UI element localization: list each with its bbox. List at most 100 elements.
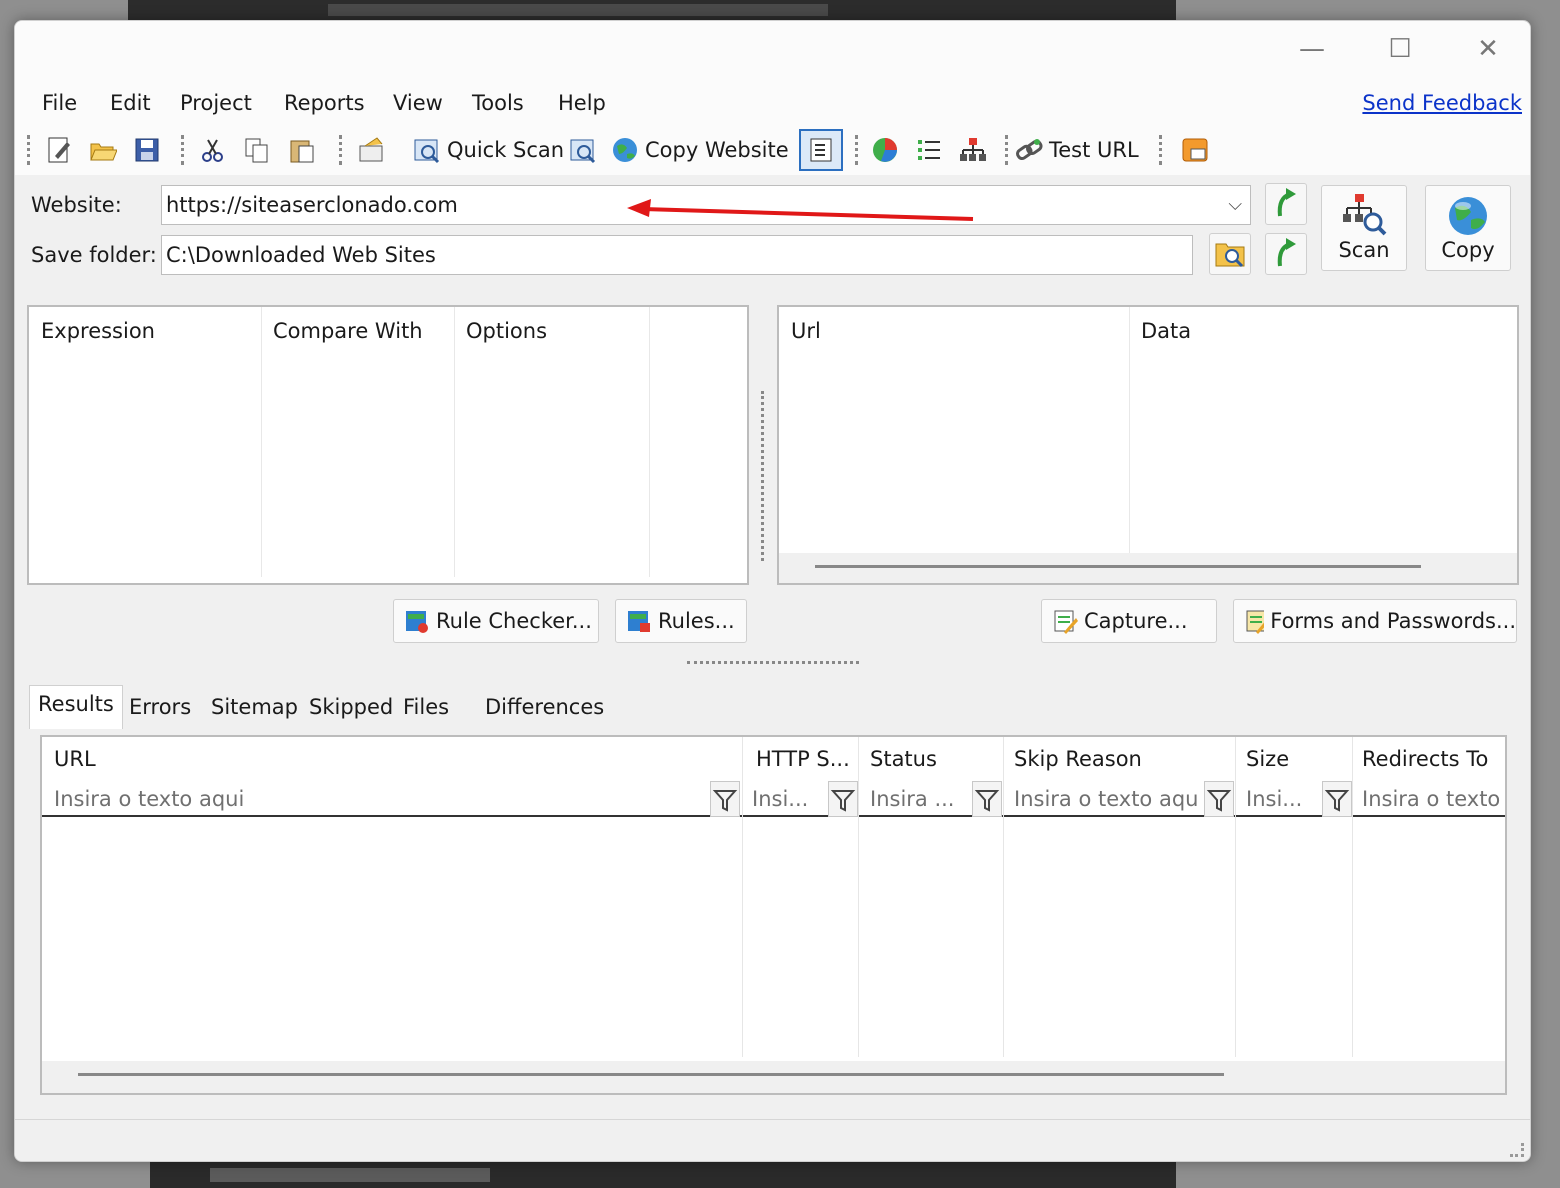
toolbar-grip bbox=[27, 135, 30, 165]
column-header-size[interactable]: Size bbox=[1246, 747, 1289, 771]
scan-page-icon bbox=[569, 136, 597, 164]
menu-help[interactable]: Help bbox=[558, 91, 606, 115]
tab-results[interactable]: Results bbox=[29, 685, 123, 729]
column-header-data[interactable]: Data bbox=[1141, 319, 1191, 343]
column-divider bbox=[1235, 737, 1236, 1057]
feed-icon bbox=[1181, 136, 1209, 164]
capture-button[interactable]: Capture... bbox=[1041, 599, 1217, 643]
quick-scan-label: Quick Scan bbox=[447, 138, 565, 162]
column-header-compare-with[interactable]: Compare With bbox=[273, 319, 423, 343]
rss-feed-button[interactable] bbox=[1181, 133, 1209, 167]
filter-input-redirects-to[interactable]: Insira o texto a bbox=[1362, 787, 1504, 811]
title-bar: — ☐ ✕ bbox=[15, 21, 1530, 79]
menu-file[interactable]: File bbox=[42, 91, 77, 115]
toolbar-grip bbox=[1159, 135, 1162, 165]
project-settings-button[interactable] bbox=[357, 133, 385, 167]
toolbar-grip bbox=[1005, 135, 1008, 165]
scan-button[interactable]: Scan bbox=[1321, 185, 1407, 271]
forms-passwords-button[interactable]: Forms and Passwords... bbox=[1233, 599, 1517, 643]
filter-input-size[interactable]: Insi... bbox=[1246, 787, 1318, 811]
save-project-button[interactable] bbox=[133, 133, 161, 167]
tab-differences[interactable]: Differences bbox=[477, 689, 612, 727]
copy-site-button[interactable]: Copy bbox=[1425, 185, 1511, 271]
toolbar-grip bbox=[855, 135, 858, 165]
results-grid[interactable]: URL Insira o texto aqui HTTP S... Insi..… bbox=[40, 735, 1507, 1095]
view-toggle-button[interactable] bbox=[799, 129, 843, 171]
tab-errors[interactable]: Errors bbox=[121, 689, 199, 727]
tab-sitemap[interactable]: Sitemap bbox=[203, 689, 306, 727]
filter-input-http-status[interactable]: Insi... bbox=[752, 787, 826, 811]
vertical-splitter[interactable] bbox=[761, 391, 764, 561]
save-folder-value: C:\Downloaded Web Sites bbox=[166, 243, 436, 267]
save-folder-input[interactable]: C:\Downloaded Web Sites bbox=[161, 235, 1193, 275]
rule-checker-button[interactable]: Rule Checker... bbox=[393, 599, 599, 643]
close-button[interactable]: ✕ bbox=[1463, 31, 1513, 67]
scrollbar-thumb[interactable] bbox=[815, 565, 1421, 568]
send-feedback-link[interactable]: Send Feedback bbox=[1362, 91, 1522, 115]
menu-tools[interactable]: Tools bbox=[472, 91, 524, 115]
horizontal-splitter[interactable] bbox=[687, 661, 859, 664]
statistics-button[interactable] bbox=[871, 133, 899, 167]
tab-skipped[interactable]: Skipped bbox=[301, 689, 401, 727]
copy-button[interactable] bbox=[243, 133, 271, 167]
filter-funnel-icon[interactable] bbox=[710, 781, 740, 817]
filter-funnel-icon[interactable] bbox=[1204, 781, 1234, 817]
scrollbar-thumb[interactable] bbox=[78, 1073, 1224, 1076]
menu-view[interactable]: View bbox=[393, 91, 443, 115]
tab-files[interactable]: Files bbox=[395, 689, 457, 727]
cut-button[interactable] bbox=[199, 133, 227, 167]
menu-project[interactable]: Project bbox=[180, 91, 252, 115]
scissors-icon bbox=[199, 136, 227, 164]
paste-button[interactable] bbox=[287, 133, 315, 167]
go-folder-button[interactable] bbox=[1265, 233, 1307, 275]
list-button[interactable] bbox=[915, 133, 943, 167]
scan-tree-icon bbox=[1343, 194, 1387, 236]
column-header-options[interactable]: Options bbox=[466, 319, 547, 343]
column-header-status[interactable]: Status bbox=[870, 747, 937, 771]
open-project-button[interactable] bbox=[89, 133, 118, 167]
menu-edit[interactable]: Edit bbox=[110, 91, 151, 115]
column-header-skip-reason[interactable]: Skip Reason bbox=[1014, 747, 1142, 771]
browse-folder-button[interactable] bbox=[1209, 233, 1251, 275]
copy-label: Copy bbox=[1441, 238, 1495, 262]
folder-search-icon bbox=[1215, 243, 1245, 268]
resize-grip-icon[interactable] bbox=[1510, 1143, 1524, 1157]
horizontal-scrollbar[interactable] bbox=[42, 1061, 1505, 1093]
column-header-http-status[interactable]: HTTP S... bbox=[756, 747, 856, 771]
copy-pages-icon bbox=[243, 136, 271, 164]
menu-reports[interactable]: Reports bbox=[284, 91, 365, 115]
column-header-url[interactable]: Url bbox=[791, 319, 821, 343]
filter-input-skip-reason[interactable]: Insira o texto aqui bbox=[1014, 787, 1200, 811]
chevron-down-icon[interactable]: ⌵ bbox=[1228, 186, 1242, 224]
rules-list[interactable]: Expression Compare With Options bbox=[27, 305, 749, 585]
filter-input-status[interactable]: Insira ... bbox=[870, 787, 968, 811]
chain-link-icon bbox=[1015, 136, 1043, 164]
maximize-button[interactable]: ☐ bbox=[1375, 31, 1425, 67]
column-divider bbox=[261, 307, 262, 577]
go-website-button[interactable] bbox=[1265, 183, 1307, 225]
data-list[interactable]: Url Data bbox=[777, 305, 1519, 585]
scan-label: Scan bbox=[1338, 238, 1390, 262]
quick-scan-button[interactable]: Quick Scan bbox=[413, 133, 564, 167]
menu-bar: File Edit Project Reports View Tools Hel… bbox=[15, 79, 1530, 125]
rules-button[interactable]: Rules... bbox=[615, 599, 747, 643]
filter-funnel-icon[interactable] bbox=[972, 781, 1002, 817]
column-header-url[interactable]: URL bbox=[54, 747, 96, 771]
horizontal-scrollbar[interactable] bbox=[779, 553, 1517, 583]
test-url-button[interactable]: Test URL bbox=[1015, 133, 1139, 167]
pie-chart-icon bbox=[871, 136, 899, 164]
filter-funnel-icon[interactable] bbox=[828, 781, 858, 817]
new-project-button[interactable] bbox=[45, 133, 73, 167]
globe-icon bbox=[1449, 197, 1487, 235]
website-value: https://siteaserclonado.com bbox=[166, 193, 458, 217]
filter-funnel-icon[interactable] bbox=[1322, 781, 1352, 817]
sitemap-tree-icon bbox=[959, 136, 987, 164]
minimize-button[interactable]: — bbox=[1287, 31, 1337, 67]
column-header-redirects-to[interactable]: Redirects To bbox=[1362, 747, 1504, 771]
copy-website-button[interactable]: Copy Website bbox=[611, 133, 789, 167]
column-header-expression[interactable]: Expression bbox=[41, 319, 155, 343]
site-structure-button[interactable] bbox=[959, 133, 987, 167]
scan-website-button[interactable] bbox=[569, 133, 597, 167]
filter-input-url[interactable]: Insira o texto aqui bbox=[54, 787, 244, 811]
test-url-label: Test URL bbox=[1049, 138, 1139, 162]
